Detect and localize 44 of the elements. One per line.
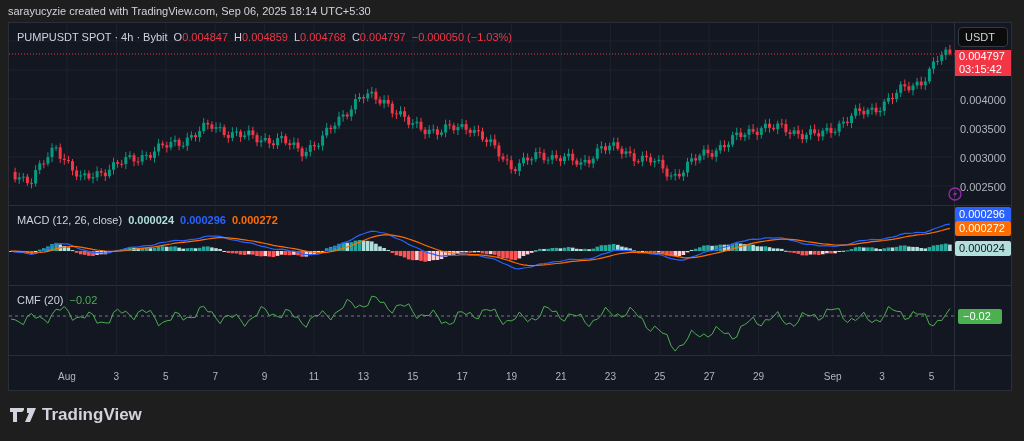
date-label: 5 (163, 370, 169, 384)
indicator-title: MACD (12, 26, close) (17, 213, 123, 228)
value-label: 0.000024 (955, 241, 1011, 256)
last-price: 0.004797 (959, 50, 1005, 63)
indicator-value: 0.000296 (180, 213, 226, 228)
date-label: 23 (604, 370, 616, 384)
symbol-title: PUMPUSDT SPOT · 4h · Bybit (17, 30, 168, 45)
date-label: 25 (654, 370, 666, 384)
ohlc-value: H0.004859 (234, 30, 288, 45)
date-label: 3 (113, 370, 120, 384)
date-label: 27 (703, 370, 715, 384)
date-label: Aug (58, 370, 76, 384)
value-label: 0.000272 (955, 221, 1011, 236)
value-label: −0.02 (958, 309, 1002, 324)
bar-countdown: 03:15:42 (959, 63, 1002, 76)
date-label: 17 (456, 370, 468, 384)
ohlc-value: O0.004847 (173, 30, 229, 45)
price-tick: 0.002500 (960, 180, 1006, 195)
date-label: Sep (823, 370, 842, 384)
indicator-title: CMF (20) (17, 293, 64, 308)
date-label: 19 (506, 370, 518, 384)
ohlc-value: L0.004768 (293, 30, 346, 45)
date-label: 21 (555, 370, 567, 384)
currency-button[interactable]: USDT (958, 27, 1008, 47)
date-label: 5 (928, 370, 935, 384)
tradingview-logo-icon (10, 408, 36, 422)
price-tick: 0.003000 (960, 151, 1006, 166)
date-label: 9 (261, 370, 268, 384)
price-tick: 0.003500 (960, 122, 1006, 137)
date-label: 15 (407, 370, 419, 384)
ohlc-value: C0.004797 (351, 30, 406, 45)
date-label: 3 (879, 370, 885, 384)
brand-name: TradingView (42, 404, 142, 427)
indicator-value: 0.000272 (231, 213, 278, 228)
date-label: 11 (308, 370, 320, 384)
date-label: 13 (357, 370, 369, 384)
date-label: 7 (212, 370, 218, 384)
price-change: −0.000050 (−1.03%) (411, 30, 513, 45)
price-tick: 0.004000 (960, 93, 1006, 108)
indicator-value: 0.000024 (128, 213, 175, 228)
snapshot-caption: sarayucyzie created with TradingView.com, Sep 06, 2025 18:14 UTC+5:30 (8, 3, 371, 19)
date-label: 29 (753, 370, 765, 384)
indicator-value: −0.02 (69, 293, 98, 308)
lightning-icon[interactable] (948, 187, 962, 201)
